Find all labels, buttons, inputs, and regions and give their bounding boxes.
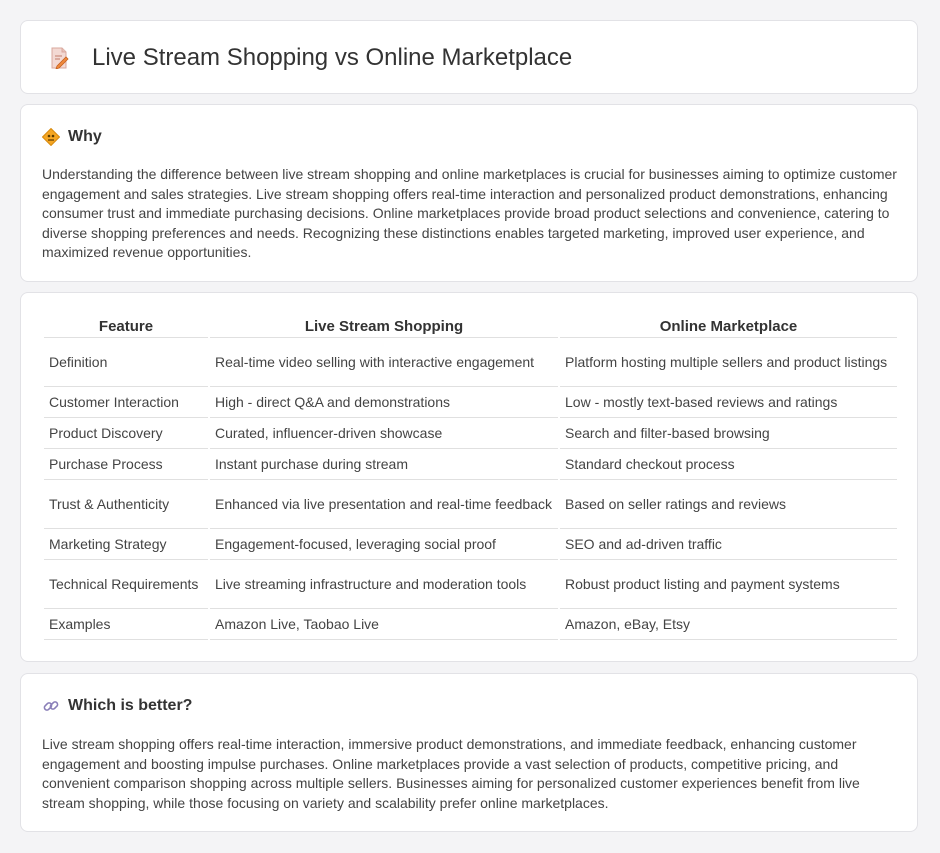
table-row: Trust & Authenticity Enhanced via live p… xyxy=(44,480,897,529)
why-section: Why Understanding the difference between… xyxy=(20,104,918,282)
better-text: Live stream shopping offers real-time in… xyxy=(42,736,860,811)
table-row: Product Discovery Curated, influencer-dr… xyxy=(44,418,897,449)
table-cell: Amazon, eBay, Etsy xyxy=(560,609,897,640)
table-header-row: Feature Live Stream Shopping Online Mark… xyxy=(44,315,897,338)
table-cell: High - direct Q&A and demonstrations xyxy=(210,387,558,418)
table-row: Technical Requirements Live streaming in… xyxy=(44,560,897,609)
table-row: Marketing Strategy Engagement-focused, l… xyxy=(44,529,897,560)
document-edit-icon xyxy=(49,47,69,70)
table-cell: Marketing Strategy xyxy=(44,529,208,560)
table-cell: Engagement-focused, leveraging social pr… xyxy=(210,529,558,560)
table-cell: Curated, influencer-driven showcase xyxy=(210,418,558,449)
which-is-better-section: Which is better? Live stream shopping of… xyxy=(20,673,918,832)
table-cell: Real-time video selling with interactive… xyxy=(210,338,558,387)
table-cell: SEO and ad-driven traffic xyxy=(560,529,897,560)
comparison-table: Feature Live Stream Shopping Online Mark… xyxy=(42,315,899,640)
table-cell: Product Discovery xyxy=(44,418,208,449)
table-cell: Instant purchase during stream xyxy=(210,449,558,480)
table-cell: Examples xyxy=(44,609,208,640)
table-cell: Purchase Process xyxy=(44,449,208,480)
table-row: Definition Real-time video selling with … xyxy=(44,338,897,387)
column-header-live-stream: Live Stream Shopping xyxy=(210,315,558,338)
comparison-table-card: Feature Live Stream Shopping Online Mark… xyxy=(20,292,918,662)
table-cell: Customer Interaction xyxy=(44,387,208,418)
table-cell: Search and filter-based browsing xyxy=(560,418,897,449)
header-card: Live Stream Shopping vs Online Marketpla… xyxy=(20,20,918,94)
table-cell: Technical Requirements xyxy=(44,560,208,609)
table-cell: Amazon Live, Taobao Live xyxy=(210,609,558,640)
page-title: Live Stream Shopping vs Online Marketpla… xyxy=(92,44,573,71)
road-sign-icon xyxy=(42,128,60,146)
table-cell: Platform hosting multiple sellers and pr… xyxy=(560,338,897,387)
table-cell: Based on seller ratings and reviews xyxy=(560,480,897,529)
table-row: Customer Interaction High - direct Q&A a… xyxy=(44,387,897,418)
table-cell: Trust & Authenticity xyxy=(44,480,208,529)
table-cell: Standard checkout process xyxy=(560,449,897,480)
table-cell: Robust product listing and payment syste… xyxy=(560,560,897,609)
table-cell: Definition xyxy=(44,338,208,387)
table-row: Examples Amazon Live, Taobao Live Amazon… xyxy=(44,609,897,640)
table-row: Purchase Process Instant purchase during… xyxy=(44,449,897,480)
table-cell: Enhanced via live presentation and real-… xyxy=(210,480,558,529)
why-text: Understanding the difference between liv… xyxy=(42,166,897,260)
why-heading: Why xyxy=(42,126,102,148)
column-header-marketplace: Online Marketplace xyxy=(560,315,897,338)
table-cell: Low - mostly text-based reviews and rati… xyxy=(560,387,897,418)
link-icon xyxy=(42,697,60,715)
better-heading-label: Which is better? xyxy=(68,697,193,714)
column-header-feature: Feature xyxy=(44,315,208,338)
why-heading-label: Why xyxy=(68,128,102,145)
better-heading: Which is better? xyxy=(42,695,192,717)
table-cell: Live streaming infrastructure and modera… xyxy=(210,560,558,609)
